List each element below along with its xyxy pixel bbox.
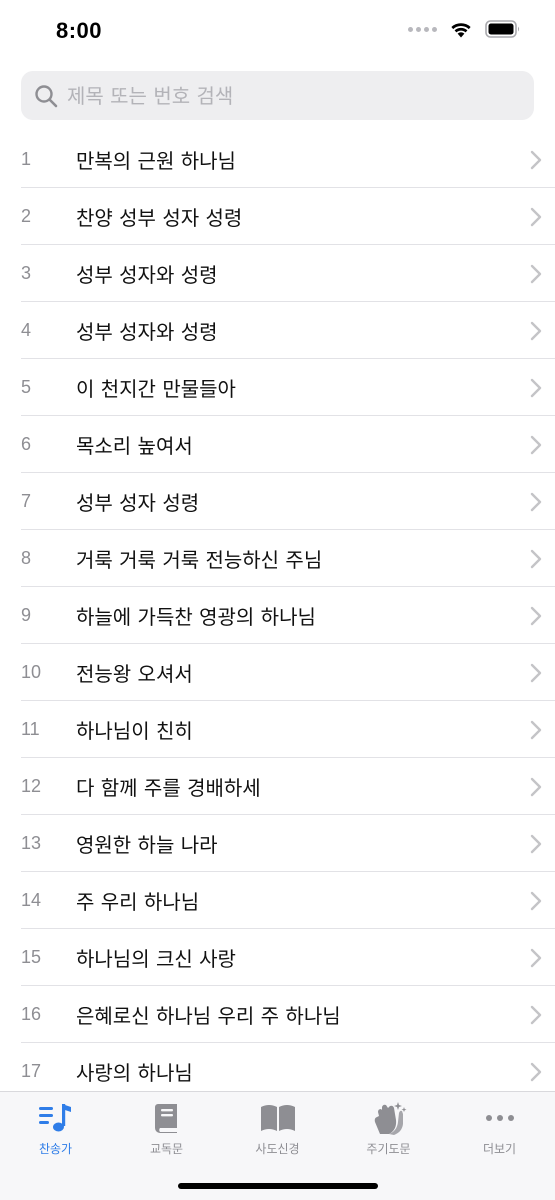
hymn-title: 만복의 근원 하나님 bbox=[76, 149, 236, 173]
more-dots-icon bbox=[480, 1100, 520, 1136]
tab-label: 교독문 bbox=[149, 1142, 184, 1156]
search-icon bbox=[33, 83, 59, 109]
hymn-list-item[interactable]: 6 목소리 높여서 bbox=[0, 416, 555, 473]
book-closed-icon bbox=[147, 1100, 187, 1136]
hymn-number: 3 bbox=[21, 263, 32, 283]
hymn-list-item[interactable]: 17 사랑의 하나님 bbox=[0, 1043, 555, 1091]
hymn-list-item[interactable]: 11 하나님이 친히 bbox=[0, 701, 555, 758]
hymn-list-item[interactable]: 7 성부 성자 성령 bbox=[0, 473, 555, 530]
hymn-number: 10 bbox=[21, 662, 42, 682]
hymn-number: 12 bbox=[21, 776, 42, 796]
hymn-list-item[interactable]: 3 성부 성자와 성령 bbox=[0, 245, 555, 302]
chevron-right-icon bbox=[530, 777, 542, 796]
tab-lords-prayer[interactable]: 주기도문 bbox=[333, 1100, 444, 1157]
tab-more[interactable]: 더보기 bbox=[444, 1100, 555, 1157]
hymn-number: 5 bbox=[21, 377, 32, 397]
tab-label: 더보기 bbox=[482, 1142, 517, 1156]
hymn-list-item[interactable]: 1 만복의 근원 하나님 bbox=[0, 131, 555, 188]
hymn-number: 15 bbox=[21, 947, 42, 967]
hymn-title: 사랑의 하나님 bbox=[76, 1061, 193, 1085]
hymn-number: 16 bbox=[21, 1004, 42, 1024]
hymn-number: 7 bbox=[21, 491, 32, 511]
hymn-title: 성부 성자와 성령 bbox=[76, 263, 218, 287]
chevron-right-icon bbox=[530, 378, 542, 397]
chevron-right-icon bbox=[530, 549, 542, 568]
hymn-list-item[interactable]: 16 은혜로신 하나님 우리 주 하나님 bbox=[0, 986, 555, 1043]
wifi-icon bbox=[451, 23, 471, 38]
hymn-list-item[interactable]: 5 이 천지간 만물들아 bbox=[0, 359, 555, 416]
chevron-right-icon bbox=[530, 150, 542, 169]
book-open-icon bbox=[258, 1100, 298, 1136]
hymn-number: 13 bbox=[21, 833, 42, 853]
hymn-title: 영원한 하늘 나라 bbox=[76, 833, 218, 857]
status-time: 8:00 bbox=[56, 18, 103, 43]
hymn-number: 4 bbox=[21, 320, 32, 340]
tab-label: 주기도문 bbox=[366, 1142, 411, 1156]
search-bar[interactable] bbox=[21, 71, 534, 120]
chevron-right-icon bbox=[530, 663, 542, 682]
chevron-right-icon bbox=[530, 1062, 542, 1081]
tab-responsive-reading[interactable]: 교독문 bbox=[111, 1100, 222, 1157]
hymn-title: 이 천지간 만물들아 bbox=[76, 377, 236, 401]
chevron-right-icon bbox=[530, 720, 542, 739]
tab-label: 찬송가 bbox=[38, 1142, 73, 1156]
hymn-list-item[interactable]: 10 전능왕 오셔서 bbox=[0, 644, 555, 701]
hymn-number: 1 bbox=[21, 149, 32, 169]
hymn-list-item[interactable]: 9 하늘에 가득찬 영광의 하나님 bbox=[0, 587, 555, 644]
hymn-number: 17 bbox=[21, 1061, 42, 1081]
hymn-title: 하늘에 가득찬 영광의 하나님 bbox=[76, 605, 316, 629]
tab-bar: 찬송가 교독문 사도신경 주기도문 더보기 bbox=[0, 1091, 555, 1200]
tab-hymns[interactable]: 찬송가 bbox=[0, 1100, 111, 1157]
chevron-right-icon bbox=[530, 891, 542, 910]
music-note-list-icon bbox=[36, 1100, 76, 1136]
tab-label: 사도신경 bbox=[255, 1142, 300, 1156]
hymn-list-item[interactable]: 12 다 함께 주를 경배하세 bbox=[0, 758, 555, 815]
cellular-signal-icon bbox=[408, 26, 437, 32]
hymn-list-item[interactable]: 8 거룩 거룩 거룩 전능하신 주님 bbox=[0, 530, 555, 587]
hymn-number: 6 bbox=[21, 434, 32, 454]
hymn-list: 1 만복의 근원 하나님 2 찬양 성부 성자 성령 3 성부 성자와 성령 4 성부 성자와… bbox=[0, 131, 555, 1091]
hymn-number: 14 bbox=[21, 890, 42, 910]
hymn-number: 8 bbox=[21, 548, 32, 568]
status-bar: 8:00 bbox=[0, 0, 555, 62]
hymn-list-item[interactable]: 13 영원한 하늘 나라 bbox=[0, 815, 555, 872]
status-icons bbox=[408, 20, 521, 38]
chevron-right-icon bbox=[530, 321, 542, 340]
hymn-title: 다 함께 주를 경배하세 bbox=[76, 776, 261, 800]
hymn-list-item[interactable]: 4 성부 성자와 성령 bbox=[0, 302, 555, 359]
hymn-number: 9 bbox=[21, 605, 32, 625]
hymn-title: 전능왕 오셔서 bbox=[76, 662, 193, 686]
search-input[interactable] bbox=[67, 83, 507, 108]
hymn-list-item[interactable]: 14 주 우리 하나님 bbox=[0, 872, 555, 929]
chevron-right-icon bbox=[530, 948, 542, 967]
hymn-number: 2 bbox=[21, 206, 32, 226]
hands-clap-icon bbox=[369, 1100, 409, 1136]
hymn-title: 주 우리 하나님 bbox=[76, 890, 200, 914]
hymn-title: 하나님이 친히 bbox=[76, 719, 193, 743]
hymn-number: 11 bbox=[21, 719, 40, 739]
chevron-right-icon bbox=[530, 492, 542, 511]
hymn-title: 하나님의 크신 사랑 bbox=[76, 947, 236, 971]
hymn-list-item[interactable]: 2 찬양 성부 성자 성령 bbox=[0, 188, 555, 245]
hymn-title: 목소리 높여서 bbox=[76, 434, 193, 458]
chevron-right-icon bbox=[530, 207, 542, 226]
home-indicator bbox=[178, 1183, 378, 1189]
hymn-title: 성부 성자 성령 bbox=[76, 491, 200, 515]
chevron-right-icon bbox=[530, 1005, 542, 1024]
tab-apostles-creed[interactable]: 사도신경 bbox=[222, 1100, 333, 1157]
chevron-right-icon bbox=[530, 834, 542, 853]
chevron-right-icon bbox=[530, 264, 542, 283]
hymn-list-item[interactable]: 15 하나님의 크신 사랑 bbox=[0, 929, 555, 986]
chevron-right-icon bbox=[530, 435, 542, 454]
chevron-right-icon bbox=[530, 606, 542, 625]
battery-icon bbox=[485, 20, 520, 38]
hymn-title: 성부 성자와 성령 bbox=[76, 320, 218, 344]
hymn-title: 은혜로신 하나님 우리 주 하나님 bbox=[76, 1004, 341, 1028]
hymn-title: 찬양 성부 성자 성령 bbox=[76, 206, 243, 230]
hymn-title: 거룩 거룩 거룩 전능하신 주님 bbox=[76, 548, 323, 572]
